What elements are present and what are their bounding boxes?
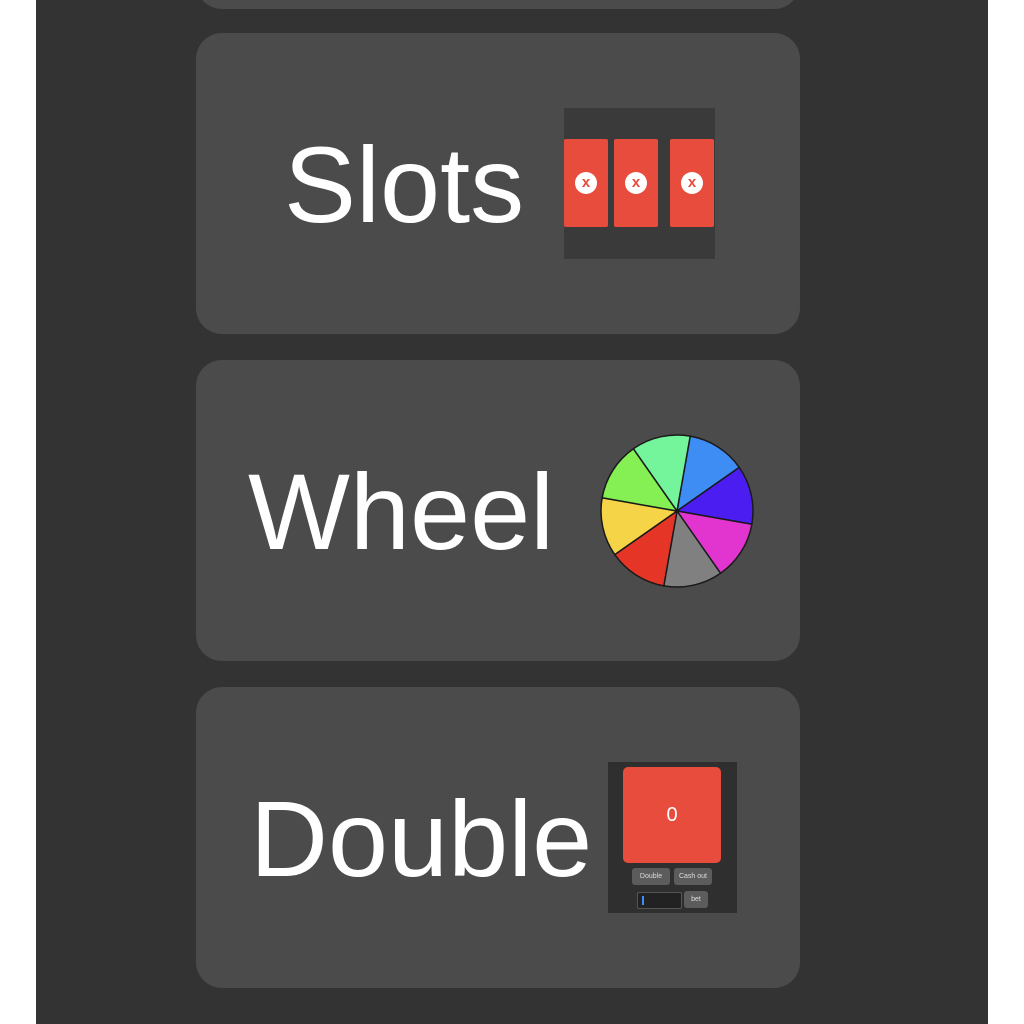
x-circle-icon: x bbox=[625, 172, 647, 194]
text-cursor bbox=[642, 896, 644, 905]
double-preview-double-button: Double bbox=[632, 868, 670, 885]
slots-game-card[interactable]: Slots x x x bbox=[196, 33, 800, 334]
double-card-label: Double bbox=[250, 778, 593, 899]
double-preview-image: 0 Double Cash out bet bbox=[608, 762, 737, 913]
game-menu: Slots x x x Wheel Double 0 Double Cash o… bbox=[36, 0, 988, 1024]
double-game-card[interactable]: Double 0 Double Cash out bet bbox=[196, 687, 800, 988]
double-preview-cashout-button: Cash out bbox=[674, 868, 712, 885]
slots-card-label: Slots bbox=[284, 124, 525, 245]
x-circle-icon: x bbox=[681, 172, 703, 194]
double-preview-bet-input bbox=[637, 892, 682, 909]
double-result-tile: 0 bbox=[623, 767, 721, 863]
slots-preview-image: x x x bbox=[564, 108, 715, 259]
double-preview-bet-button: bet bbox=[684, 891, 708, 908]
wheel-preview-image bbox=[600, 434, 754, 588]
wheel-game-card[interactable]: Wheel bbox=[196, 360, 800, 661]
slot-reel: x bbox=[670, 139, 714, 227]
game-card-previous[interactable] bbox=[196, 0, 800, 9]
slot-reel: x bbox=[564, 139, 608, 227]
slot-reel: x bbox=[614, 139, 658, 227]
x-circle-icon: x bbox=[575, 172, 597, 194]
wheel-card-label: Wheel bbox=[248, 451, 555, 572]
